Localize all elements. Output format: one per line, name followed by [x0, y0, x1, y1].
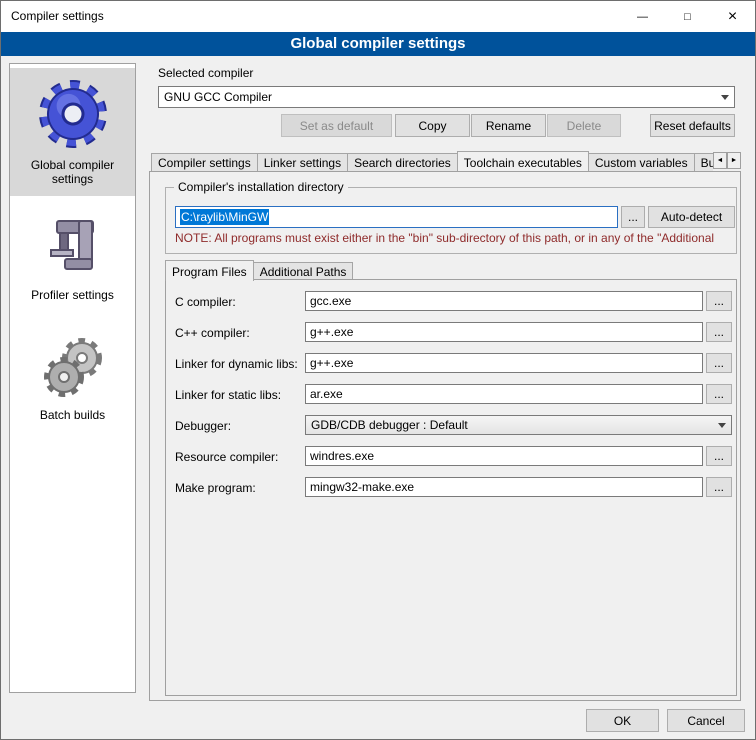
minimize-icon: —	[637, 11, 648, 23]
resource-compiler-value: windres.exe	[310, 449, 374, 463]
tab-toolchain-executables[interactable]: Toolchain executables	[457, 151, 589, 171]
sidebar-item-batch-builds[interactable]: Batch builds	[10, 324, 135, 432]
linker-dynamic-browse-button[interactable]: ...	[706, 353, 732, 373]
chevron-down-icon	[716, 95, 734, 100]
sidebar-item-profiler-settings[interactable]: Profiler settings	[10, 208, 135, 312]
copy-button[interactable]: Copy	[395, 114, 470, 137]
c-compiler-browse-button[interactable]: ...	[706, 291, 732, 311]
c-compiler-value: gcc.exe	[310, 294, 351, 308]
linker-dynamic-label: Linker for dynamic libs:	[175, 357, 303, 371]
chevron-down-icon	[713, 423, 731, 428]
selected-compiler-dropdown[interactable]: GNU GCC Compiler	[158, 86, 735, 108]
set-as-default-button: Set as default	[281, 114, 392, 137]
make-program-browse-button[interactable]: ...	[706, 477, 732, 497]
installation-directory-input[interactable]: C:\raylib\MinGW	[175, 206, 618, 228]
auto-detect-button[interactable]: Auto-detect	[648, 206, 735, 228]
dialog-footer: OK Cancel	[1, 701, 756, 740]
installation-note: NOTE: All programs must exist either in …	[175, 231, 731, 245]
selected-compiler-label: Selected compiler	[158, 66, 253, 80]
installation-directory-browse-button[interactable]: ...	[621, 206, 645, 228]
cpp-compiler-value: g++.exe	[310, 325, 353, 339]
minimize-button[interactable]: —	[620, 1, 665, 32]
tab-build-options[interactable]: Buil	[694, 153, 713, 171]
cancel-button[interactable]: Cancel	[667, 709, 745, 732]
titlebar: Compiler settings — □ ×	[1, 1, 755, 32]
window-title: Compiler settings	[11, 1, 104, 32]
cpp-compiler-browse-button[interactable]: ...	[706, 322, 732, 342]
make-program-label: Make program:	[175, 481, 303, 495]
rename-button[interactable]: Rename	[471, 114, 546, 137]
delete-button: Delete	[547, 114, 621, 137]
tab-linker-settings[interactable]: Linker settings	[257, 153, 348, 171]
c-compiler-label: C compiler:	[175, 295, 303, 309]
make-program-value: mingw32-make.exe	[310, 480, 414, 494]
maximize-button[interactable]: □	[665, 1, 710, 32]
debugger-value: GDB/CDB debugger : Default	[306, 418, 713, 432]
reset-defaults-button[interactable]: Reset defaults	[650, 114, 735, 137]
linker-static-browse-button[interactable]: ...	[706, 384, 732, 404]
blue-gear-icon	[12, 76, 133, 152]
maximize-icon: □	[684, 11, 691, 23]
linker-dynamic-input[interactable]: g++.exe	[305, 353, 703, 373]
selected-compiler-value: GNU GCC Compiler	[159, 90, 716, 104]
compiler-tabs: Compiler settings Linker settings Search…	[151, 151, 713, 171]
linker-static-value: ar.exe	[310, 387, 343, 401]
program-files-tabs: Program Files Additional Paths	[165, 260, 352, 280]
installation-directory-value: C:\raylib\MinGW	[180, 209, 269, 225]
tab-scroll-right-button[interactable]: ►	[727, 152, 741, 169]
close-icon: ×	[728, 8, 737, 26]
linker-static-input[interactable]: ar.exe	[305, 384, 703, 404]
cpp-compiler-label: C++ compiler:	[175, 326, 303, 340]
installation-directory-group-title: Compiler's installation directory	[174, 180, 348, 194]
sidebar-item-label: Batch builds	[12, 408, 133, 422]
gray-gears-icon	[12, 332, 133, 402]
sidebar-item-label: Profiler settings	[12, 288, 133, 302]
window-controls: — □ ×	[620, 1, 755, 32]
sidebar-item-global-compiler-settings[interactable]: Global compiler settings	[10, 68, 135, 196]
settings-category-list: Global compiler settings Profiler settin…	[9, 63, 136, 693]
tab-program-files[interactable]: Program Files	[165, 260, 254, 281]
close-button[interactable]: ×	[710, 1, 755, 32]
compiler-settings-window: Compiler settings — □ × Global compiler …	[0, 0, 756, 740]
clamp-icon	[12, 216, 133, 282]
cpp-compiler-input[interactable]: g++.exe	[305, 322, 703, 342]
make-program-input[interactable]: mingw32-make.exe	[305, 477, 703, 497]
resource-compiler-browse-button[interactable]: ...	[706, 446, 732, 466]
tab-custom-variables[interactable]: Custom variables	[588, 153, 695, 171]
debugger-label: Debugger:	[175, 419, 303, 433]
linker-static-label: Linker for static libs:	[175, 388, 303, 402]
linker-dynamic-value: g++.exe	[310, 356, 353, 370]
tab-compiler-settings[interactable]: Compiler settings	[151, 153, 258, 171]
ok-button[interactable]: OK	[586, 709, 659, 732]
resource-compiler-label: Resource compiler:	[175, 450, 303, 464]
dialog-banner: Global compiler settings	[1, 32, 755, 56]
tab-scroll-left-button[interactable]: ◄	[713, 152, 727, 169]
debugger-dropdown[interactable]: GDB/CDB debugger : Default	[305, 415, 732, 435]
c-compiler-input[interactable]: gcc.exe	[305, 291, 703, 311]
tab-search-directories[interactable]: Search directories	[347, 153, 458, 171]
tab-additional-paths[interactable]: Additional Paths	[253, 262, 354, 280]
sidebar-item-label: Global compiler settings	[12, 158, 133, 186]
resource-compiler-input[interactable]: windres.exe	[305, 446, 703, 466]
